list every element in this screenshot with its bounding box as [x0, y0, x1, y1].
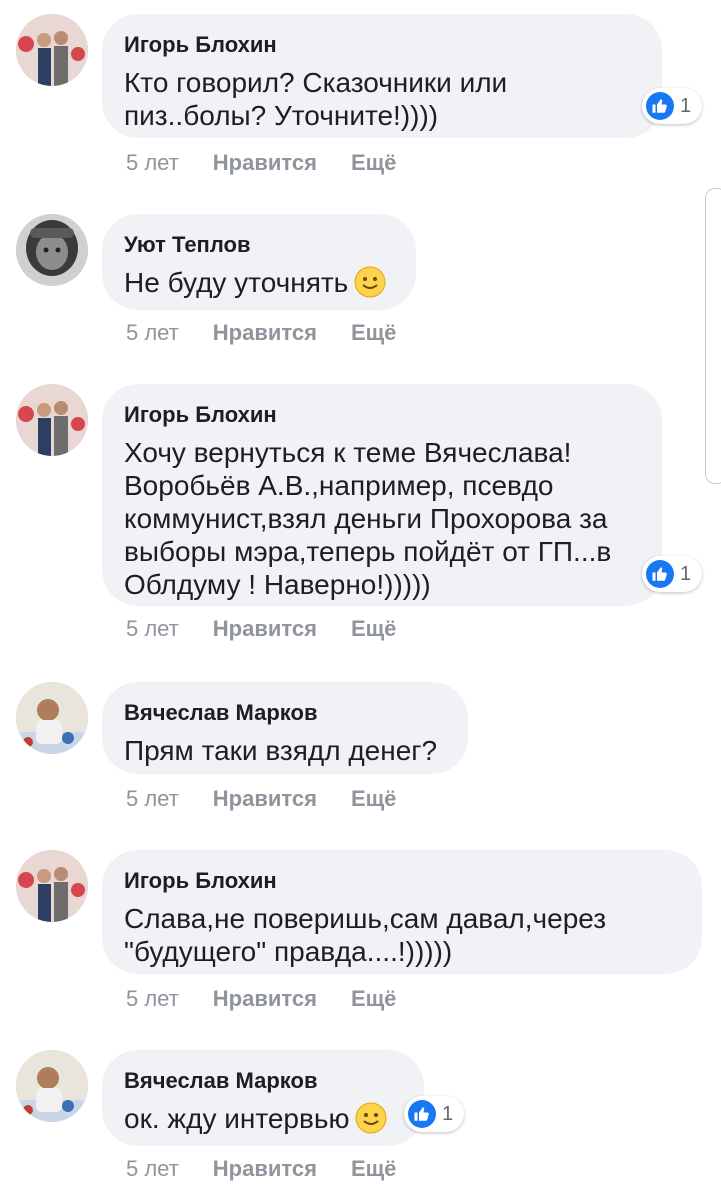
comment-author[interactable]: Уют Теплов — [124, 232, 392, 258]
more-button[interactable]: Ещё — [351, 150, 396, 176]
thumbs-up-icon — [408, 1100, 436, 1128]
smiley-icon — [355, 1102, 387, 1134]
like-button[interactable]: Нравится — [213, 150, 317, 176]
comment-bubble: Уют Теплов Не буду уточнять — [102, 214, 416, 310]
comment-time[interactable]: 5 лет — [126, 786, 179, 812]
more-button[interactable]: Ещё — [351, 320, 396, 346]
thumbs-up-icon — [646, 92, 674, 120]
comment-time[interactable]: 5 лет — [126, 320, 179, 346]
reaction-count: 1 — [680, 94, 692, 117]
comment-author[interactable]: Вячеслав Марков — [124, 1068, 400, 1094]
avatar[interactable] — [16, 214, 88, 286]
more-button[interactable]: Ещё — [351, 986, 396, 1012]
like-button[interactable]: Нравится — [213, 786, 317, 812]
reaction-badge[interactable]: 1 — [642, 556, 702, 592]
comment-time[interactable]: 5 лет — [126, 616, 179, 642]
reaction-badge[interactable]: 1 — [642, 88, 702, 124]
like-button[interactable]: Нравится — [213, 1156, 317, 1182]
comment-actions: 5 лет Нравится Ещё — [126, 150, 396, 176]
comment-bubble: Игорь Блохин Кто говорил? Сказочники или… — [102, 14, 662, 138]
avatar[interactable] — [16, 1050, 88, 1122]
comment-actions: 5 лет Нравится Ещё — [126, 986, 396, 1012]
avatar[interactable] — [16, 384, 88, 456]
more-button[interactable]: Ещё — [351, 616, 396, 642]
comment-text: Не буду уточнять — [124, 266, 392, 299]
comment-bubble: Игорь Блохин Хочу вернуться к теме Вячес… — [102, 384, 662, 606]
reaction-count: 1 — [680, 562, 692, 585]
scrollbar-edge[interactable] — [705, 188, 721, 484]
more-button[interactable]: Ещё — [351, 1156, 396, 1182]
comment-time[interactable]: 5 лет — [126, 986, 179, 1012]
comment-text: Прям таки взядл денег? — [124, 735, 438, 766]
smiley-icon — [354, 266, 386, 298]
comment-bubble: Вячеслав Марков ок. жду интервью — [102, 1050, 424, 1146]
avatar[interactable] — [16, 14, 88, 86]
comment-author[interactable]: Игорь Блохин — [124, 868, 678, 894]
comment-bubble: Игорь Блохин Слава,не поверишь,сам давал… — [102, 850, 702, 974]
comment-actions: 5 лет Нравится Ещё — [126, 786, 396, 812]
thumbs-up-icon — [646, 560, 674, 588]
reaction-count: 1 — [442, 1102, 454, 1125]
comment-actions: 5 лет Нравится Ещё — [126, 320, 396, 346]
comment-author[interactable]: Игорь Блохин — [124, 402, 638, 428]
avatar[interactable] — [16, 850, 88, 922]
comment-text: Кто говорил? Сказочники или пиз..болы? У… — [124, 67, 508, 131]
reaction-badge[interactable]: 1 — [404, 1096, 464, 1132]
comment-time[interactable]: 5 лет — [126, 1156, 179, 1182]
avatar[interactable] — [16, 682, 88, 754]
comment-text: Хочу вернуться к теме Вячеслава! Воробьё… — [124, 437, 612, 600]
like-button[interactable]: Нравится — [213, 986, 317, 1012]
comment-text: Слава,не поверишь,сам давал,через "будущ… — [124, 903, 607, 967]
comment-actions: 5 лет Нравится Ещё — [126, 616, 396, 642]
comment-text: ок. жду интервью — [124, 1102, 400, 1135]
comment-actions: 5 лет Нравится Ещё — [126, 1156, 396, 1182]
like-button[interactable]: Нравится — [213, 320, 317, 346]
comment-time[interactable]: 5 лет — [126, 150, 179, 176]
like-button[interactable]: Нравится — [213, 616, 317, 642]
more-button[interactable]: Ещё — [351, 786, 396, 812]
comment-author[interactable]: Вячеслав Марков — [124, 700, 444, 726]
comment-bubble: Вячеслав Марков Прям таки взядл денег? — [102, 682, 468, 774]
comment-author[interactable]: Игорь Блохин — [124, 32, 638, 58]
